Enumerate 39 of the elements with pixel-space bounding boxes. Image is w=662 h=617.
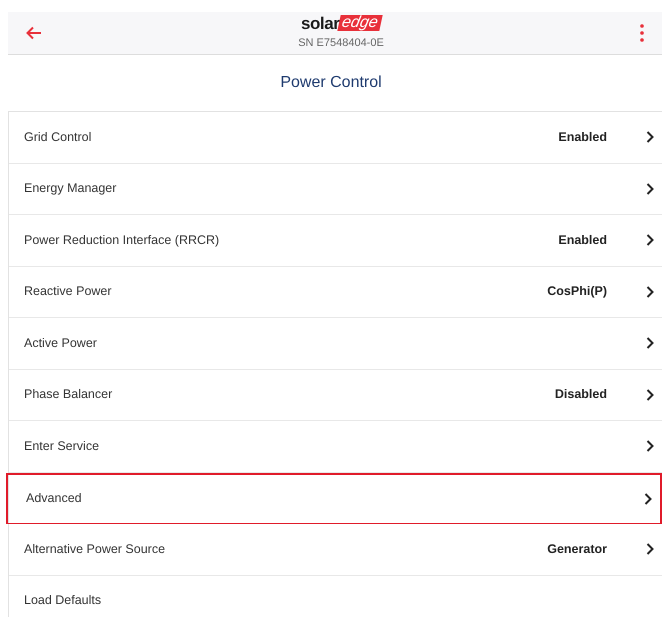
row-label: Load Defaults — [24, 592, 102, 610]
chevron-right-icon — [646, 440, 654, 452]
row-label: Phase Balancer — [24, 386, 114, 404]
row-label: Active Power — [24, 334, 98, 352]
row-value: CosPhi(P) — [547, 283, 607, 300]
row-value: Disabled — [554, 386, 607, 404]
row-label: Power Reduction Interface (RRCR) — [24, 232, 220, 249]
chevron-right-icon — [646, 337, 654, 350]
settings-row[interactable]: Energy Manager — [9, 164, 662, 215]
chevron-right-icon — [646, 286, 654, 298]
row-label: Alternative Power Source — [24, 540, 166, 558]
settings-row[interactable]: Advanced — [6, 472, 662, 524]
row-label: Reactive Power — [24, 283, 113, 300]
more-vertical-icon — [640, 24, 644, 42]
row-value: Enabled — [558, 128, 607, 146]
settings-row[interactable]: Reactive Power CosPhi(P) — [9, 266, 662, 318]
settings-row[interactable]: Alternative Power Source Generator — [9, 524, 662, 576]
row-label: Enter Service — [24, 438, 100, 455]
settings-row[interactable]: Grid Control Enabled — [9, 112, 662, 164]
chevron-right-icon — [644, 492, 652, 505]
back-arrow-icon — [26, 26, 42, 40]
row-value: Enabled — [558, 232, 607, 249]
row-label: Energy Manager — [24, 180, 118, 198]
chevron-right-icon — [646, 131, 654, 144]
row-label: Advanced — [26, 490, 83, 508]
page-title: Power Control — [280, 73, 382, 93]
chevron-right-icon — [646, 388, 654, 401]
serial-number: SN E7548404-0E — [298, 36, 384, 51]
logo-text: solar — [300, 14, 340, 32]
chevron-right-icon — [646, 182, 654, 195]
settings-row[interactable]: Enter Service — [9, 421, 662, 472]
settings-row[interactable]: Load Defaults — [9, 576, 662, 617]
chevron-right-icon — [646, 234, 654, 246]
settings-row[interactable]: Power Reduction Interface (RRCR) Enabled — [9, 215, 662, 266]
row-value: Generator — [547, 540, 607, 558]
chevron-right-icon — [646, 543, 654, 556]
row-label: Grid Control — [24, 128, 92, 146]
settings-row[interactable]: Phase Balancer Disabled — [9, 370, 662, 421]
settings-row[interactable]: Active Power — [9, 318, 662, 370]
